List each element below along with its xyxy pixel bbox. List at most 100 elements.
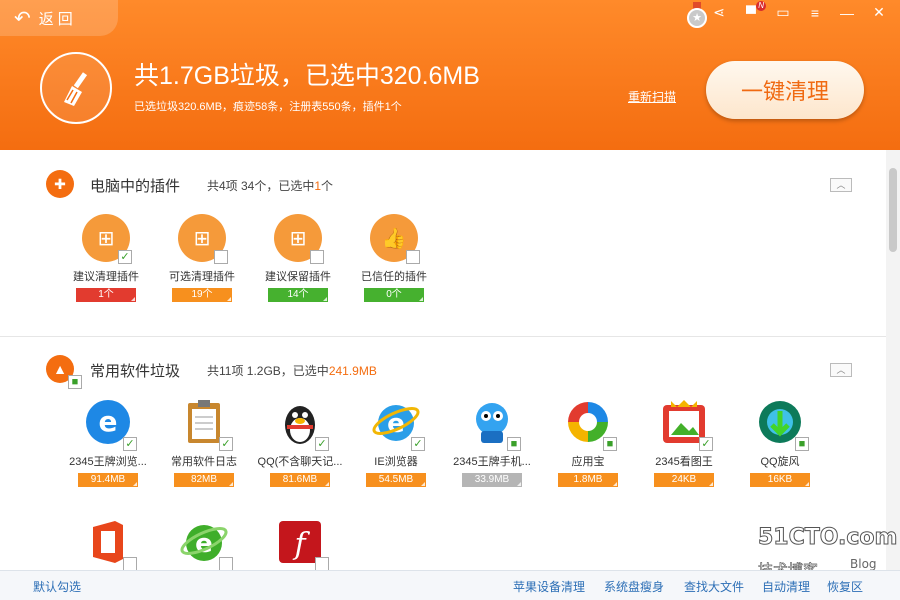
software-checkbox[interactable]: ✓ <box>411 437 425 451</box>
plugin-category-label: 建议保留插件 <box>265 271 331 283</box>
software-label: 2345看图王 <box>655 456 713 468</box>
default-select-link[interactable]: 默认勾选 <box>33 578 81 595</box>
plugin-keep-icon: ⊞ <box>274 214 324 264</box>
software-size-badge: 33.9MB <box>462 473 522 487</box>
software-item[interactable]: e ✓ IE浏览器 54.5MB <box>348 397 444 487</box>
footer-link-apple-cleanup[interactable]: 苹果设备清理 <box>513 578 585 595</box>
software-label: 2345王牌手机... <box>453 456 531 468</box>
software-junk-icon: ▲ ■ <box>46 355 82 389</box>
back-button[interactable]: ↶ 返回 <box>0 0 118 36</box>
medal-star: ★ <box>687 8 707 28</box>
software-stats-prefix: 共11项 1.2GB，已选中 <box>207 364 329 378</box>
software-checkbox[interactable]: ✓ <box>315 437 329 451</box>
software-item[interactable]: ✓ QQ(不含聊天记... 81.6MB <box>252 397 348 487</box>
software-checkbox[interactable]: ■ <box>795 437 809 451</box>
software-checkbox[interactable]: ✓ <box>219 437 233 451</box>
plugins-collapse-button[interactable]: ︿ <box>830 178 852 192</box>
puzzle-icon: ✚ <box>46 170 74 198</box>
software-size-badge: 82MB <box>174 473 234 487</box>
rescan-link[interactable]: 重新扫描 <box>628 88 676 105</box>
software-checkbox[interactable] <box>219 557 233 570</box>
software-checkbox[interactable] <box>123 557 137 570</box>
one-click-clean-button[interactable]: 一键清理 <box>706 61 864 119</box>
software-size-badge: 91.4MB <box>78 473 138 487</box>
software-checkbox[interactable]: ■ <box>603 437 617 451</box>
software-item[interactable] <box>60 517 156 570</box>
software-size-badge: 1.8MB <box>558 473 618 487</box>
plugin-count-badge: 19个 <box>172 288 232 302</box>
medal-icon[interactable]: ★ <box>686 2 708 28</box>
flash-icon: f <box>275 517 329 570</box>
software-checkbox[interactable]: ■ <box>507 437 521 451</box>
software-checkbox[interactable] <box>315 557 329 570</box>
results-panel: ✚ 电脑中的插件 共4项 34个，已选中1个 ︿ ⊞ ✓ 建议清理插件 1个 ⊞ … <box>0 150 886 570</box>
footer-link-auto-clean[interactable]: 自动清理 <box>762 578 810 595</box>
plugin-category-item[interactable]: ⊞ ✓ 建议清理插件 1个 <box>58 214 154 302</box>
software-checkbox[interactable]: ✓ <box>699 437 713 451</box>
software-size-badge: 54.5MB <box>366 473 426 487</box>
footer-link-system-slim[interactable]: 系统盘瘦身 <box>604 578 664 595</box>
software-section-checkbox[interactable]: ■ <box>68 375 82 389</box>
header-bar: ↶ 返回 ★ ⋖ ▀ N ▭ ≡ — ✕ 共1.7GB垃圾，已选中320.6MB … <box>0 0 900 150</box>
ie-browser-icon: e ✓ <box>371 397 425 451</box>
plugin-category-label: 已信任的插件 <box>361 271 427 283</box>
skin-icon[interactable]: ▀ N <box>742 0 766 21</box>
plugins-section: ✚ 电脑中的插件 共4项 34个，已选中1个 ︿ ⊞ ✓ 建议清理插件 1个 ⊞ … <box>0 150 886 336</box>
qq-whirlwind-icon: ■ <box>755 397 809 451</box>
scrollbar-thumb[interactable] <box>889 168 897 252</box>
junk-total-headline: 共1.7GB垃圾，已选中320.6MB <box>134 62 480 90</box>
qq-penguin-icon: ✓ <box>275 397 329 451</box>
software-item[interactable]: ✓ 常用软件日志 82MB <box>156 397 252 487</box>
vertical-scrollbar[interactable] <box>886 150 900 570</box>
plugins-stats-prefix: 共4项 34个，已选中 <box>207 179 315 193</box>
plugin-category-item[interactable]: 👍 已信任的插件 0个 <box>346 214 442 302</box>
browser-e-icon: e <box>179 517 233 570</box>
plugin-category-item[interactable]: ⊞ 可选清理插件 19个 <box>154 214 250 302</box>
plugin-trash-icon: ⊞ ✓ <box>82 214 132 264</box>
software-collapse-button[interactable]: ︿ <box>830 363 852 377</box>
software-label: 2345王牌浏览... <box>69 456 147 468</box>
software-item[interactable]: e ✓ 2345王牌浏览... 91.4MB <box>60 397 156 487</box>
footer-bar: 默认勾选 苹果设备清理 系统盘瘦身 查找大文件 自动清理 恢复区 <box>0 570 900 600</box>
software-section-title: 常用软件垃圾 <box>90 363 181 380</box>
software-label: IE浏览器 <box>374 456 418 468</box>
software-item[interactable]: ✓ 2345看图王 24KB <box>636 397 732 487</box>
notification-badge: N <box>756 0 766 11</box>
junk-detail-summary: 已选垃圾320.6MB，痕迹58条，注册表550条，插件1个 <box>134 101 402 113</box>
broom-icon <box>40 52 112 124</box>
footer-link-find-large-files[interactable]: 查找大文件 <box>684 578 744 595</box>
message-icon[interactable]: ▭ <box>774 4 792 21</box>
window-controls: ⋖ ▀ N ▭ ≡ — ✕ <box>710 0 888 21</box>
software-label: 应用宝 <box>571 456 605 468</box>
plugin-checkbox[interactable] <box>310 250 324 264</box>
software-item[interactable]: ■ 应用宝 1.8MB <box>540 397 636 487</box>
plugin-checkbox[interactable] <box>214 250 228 264</box>
plugin-checkbox[interactable] <box>406 250 420 264</box>
menu-icon[interactable]: ≡ <box>806 5 824 21</box>
software-item[interactable]: ■ QQ旋风 16KB <box>732 397 828 487</box>
close-icon[interactable]: ✕ <box>870 4 888 21</box>
software-item[interactable]: f <box>252 517 348 570</box>
software-stats-selected: 241.9MB <box>328 364 377 378</box>
footer-link-restore[interactable]: 恢复区 <box>827 578 863 595</box>
app-store-icon: ■ <box>563 397 617 451</box>
plugin-checkbox[interactable]: ✓ <box>118 250 132 264</box>
software-item[interactable]: e <box>156 517 252 570</box>
plugin-category-label: 建议清理插件 <box>73 271 139 283</box>
software-size-badge: 16KB <box>750 473 810 487</box>
software-label: QQ(不含聊天记... <box>257 456 343 468</box>
office-icon <box>83 517 137 570</box>
clipboard-log-icon: ✓ <box>179 397 233 451</box>
plugin-count-badge: 14个 <box>268 288 328 302</box>
software-item[interactable]: ■ 2345王牌手机... 33.9MB <box>444 397 540 487</box>
minimize-icon[interactable]: — <box>838 5 856 21</box>
share-icon[interactable]: ⋖ <box>710 4 728 21</box>
back-label: 返回 <box>38 10 77 28</box>
software-section: ▲ ■ 常用软件垃圾 共11项 1.2GB，已选中241.9MB ︿ e ✓ 23… <box>0 337 886 570</box>
software-checkbox[interactable]: ✓ <box>123 437 137 451</box>
software-label: 常用软件日志 <box>171 456 237 468</box>
plugin-optional-icon: ⊞ <box>178 214 228 264</box>
plugin-category-item[interactable]: ⊞ 建议保留插件 14个 <box>250 214 346 302</box>
plugins-section-title: 电脑中的插件 <box>90 178 181 195</box>
image-viewer-icon: ✓ <box>659 397 713 451</box>
